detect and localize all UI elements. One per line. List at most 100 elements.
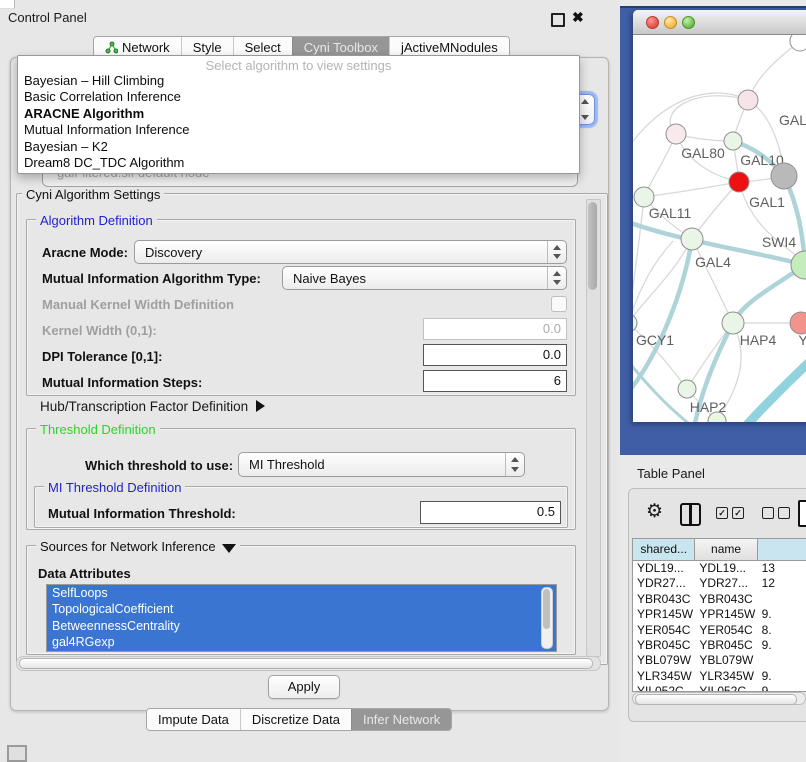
settings-scrollbar-thumb[interactable] (588, 202, 597, 290)
network-node-gcy1[interactable] (633, 314, 637, 332)
data-attribute-item[interactable]: TopologicalCoefficient (47, 601, 556, 617)
node-label: GAL1 (749, 194, 785, 210)
table-cell: 13 (758, 561, 806, 576)
mi-steps-label: Mutual Information Steps: (42, 375, 202, 390)
table-row[interactable]: YPR145WYPR145W9. (633, 607, 806, 622)
algorithm-option[interactable]: Bayesian – K2 (18, 139, 579, 155)
gear-icon[interactable]: ⚙ (646, 502, 663, 521)
threshold-definition-title: Threshold Definition (36, 422, 160, 437)
table-cell: YIL052C (633, 684, 695, 692)
float-panel-icon[interactable] (551, 13, 565, 27)
minimize-window-icon[interactable] (664, 16, 677, 29)
table-cell: YLR345W (695, 669, 757, 684)
algorithm-option[interactable]: Bayesian – Hill Climbing (18, 73, 579, 89)
tab-infer-network[interactable]: Infer Network (351, 709, 451, 730)
table-row[interactable]: YDL19...YDL19...13 (633, 561, 806, 576)
table-row[interactable]: YBR045CYBR045C9. (633, 638, 806, 653)
mi-threshold-definition-title: MI Threshold Definition (44, 480, 185, 495)
network-node-hap4[interactable] (722, 312, 744, 334)
data-attribute-item[interactable]: BetweennessCentrality (47, 618, 556, 634)
algorithm-definition-title: Algorithm Definition (36, 213, 157, 228)
checked-checkbox-icon[interactable]: ✓ (732, 507, 744, 519)
checked-checkbox-icon[interactable]: ✓ (716, 507, 728, 519)
apply-button[interactable]: Apply (268, 675, 340, 699)
node-label: GAL4 (695, 254, 731, 270)
kernel-width-label: Kernel Width (0,1): (42, 323, 157, 338)
mi-algorithm-type-combobox[interactable]: Naive Bayes (282, 266, 567, 290)
manual-kernel-width-label: Manual Kernel Width Definition (42, 297, 234, 312)
tab-discretize-data[interactable]: Discretize Data (240, 709, 351, 730)
network-edge (692, 239, 733, 323)
sources-group-title[interactable]: Sources for Network Inference (36, 539, 240, 554)
network-node-y[interactable] (790, 312, 806, 334)
table-row[interactable]: YER054CYER054C8. (633, 623, 806, 638)
minimized-panel-button[interactable] (7, 745, 27, 762)
network-canvas[interactable]: GALGAL80GAL10GAL1GAL11GAL4SWI4GCY1HAP4YH… (633, 35, 806, 422)
table-row[interactable]: YBR043CYBR043C (633, 592, 806, 607)
algorithm-option[interactable]: Mutual Information Inference (18, 122, 579, 138)
close-window-icon[interactable] (646, 16, 659, 29)
collapse-down-icon[interactable] (222, 544, 236, 553)
mi-steps-field[interactable]: 6 (423, 370, 567, 392)
control-panel-title: Control Panel (8, 10, 87, 25)
document-icon[interactable] (798, 500, 806, 527)
table-row[interactable]: YDR27...YDR27...12 (633, 576, 806, 591)
node-label: GAL (779, 112, 806, 128)
table-body: YDL19...YDL19...13YDR27...YDR27...12YBR0… (633, 561, 806, 692)
dpi-tolerance-label: DPI Tolerance [0,1]: (42, 349, 162, 364)
node-table[interactable]: shared...name YDL19...YDL19...13YDR27...… (632, 538, 806, 692)
columns-icon[interactable] (680, 503, 701, 526)
close-panel-icon[interactable]: ✖ (572, 9, 584, 26)
table-cell: 8. (758, 623, 806, 638)
table-cell: YPR145W (695, 607, 757, 622)
hub-transcription-factor-section[interactable]: Hub/Transcription Factor Definition (40, 399, 265, 414)
expand-right-icon[interactable] (256, 400, 265, 412)
unchecked-checkbox-icon[interactable] (762, 507, 774, 519)
algorithm-option[interactable]: Dream8 DC_TDC Algorithm (18, 155, 579, 171)
data-attribute-item[interactable]: SelfLoops (47, 585, 556, 601)
network-node-gal1[interactable] (729, 172, 749, 192)
column-header-name[interactable]: name (695, 539, 757, 560)
hub-section-label: Hub/Transcription Factor Definition (40, 399, 248, 414)
attributes-scrollbar-thumb[interactable] (543, 589, 550, 629)
table-row[interactable]: YLR345WYLR345W9. (633, 669, 806, 684)
network-node-gal80[interactable] (666, 124, 686, 144)
network-node[interactable] (790, 35, 806, 51)
zoom-window-icon[interactable] (682, 16, 695, 29)
column-header[interactable] (758, 539, 806, 560)
kernel-width-field[interactable]: 0.0 (423, 318, 567, 340)
table-cell (758, 653, 806, 668)
network-node-gal[interactable] (738, 90, 758, 110)
table-row[interactable]: YIL052CYIL052C9 (633, 684, 806, 692)
network-window-titlebar[interactable] (633, 10, 806, 35)
manual-kernel-width-checkbox[interactable] (551, 296, 567, 312)
table-cell: YER054C (695, 623, 757, 638)
column-header-shared[interactable]: shared... (633, 539, 695, 560)
table-cell: YDL19... (695, 561, 757, 576)
network-view-window[interactable]: GALGAL80GAL10GAL1GAL11GAL4SWI4GCY1HAP4YH… (633, 10, 806, 422)
algorithm-option[interactable]: ARACNE Algorithm (18, 106, 579, 122)
network-node-hap2[interactable] (678, 380, 696, 398)
table-row[interactable]: YBL079WYBL079W (633, 653, 806, 668)
data-attribute-item[interactable]: gal4RGexp (47, 634, 556, 650)
which-threshold-combobox[interactable]: MI Threshold (238, 452, 525, 477)
settings-horizontal-scrollbar-thumb[interactable] (19, 658, 593, 669)
unchecked-checkbox-icon[interactable] (778, 507, 790, 519)
table-cell: YLR345W (633, 669, 695, 684)
aracne-mode-combobox[interactable]: Discovery (134, 240, 567, 264)
combo-arrows-icon (547, 241, 566, 263)
network-node-gal4[interactable] (681, 228, 703, 250)
table-horizontal-scrollbar-thumb[interactable] (635, 694, 797, 705)
node-label: GAL80 (681, 145, 725, 161)
dpi-tolerance-field[interactable]: 0.0 (423, 344, 567, 366)
network-node-gal10[interactable] (724, 132, 742, 150)
table-cell: YDR27... (695, 576, 757, 591)
algorithm-option[interactable]: Basic Correlation Inference (18, 89, 579, 105)
node-label: HAP4 (740, 332, 777, 348)
network-node[interactable] (771, 163, 797, 189)
data-attributes-list[interactable]: SelfLoopsTopologicalCoefficientBetweenne… (46, 584, 557, 652)
tab-impute-data[interactable]: Impute Data (147, 709, 240, 730)
table-cell: YIL052C (695, 684, 757, 692)
network-node-gal11[interactable] (634, 187, 654, 207)
mi-threshold-field[interactable]: 0.5 (420, 501, 561, 524)
